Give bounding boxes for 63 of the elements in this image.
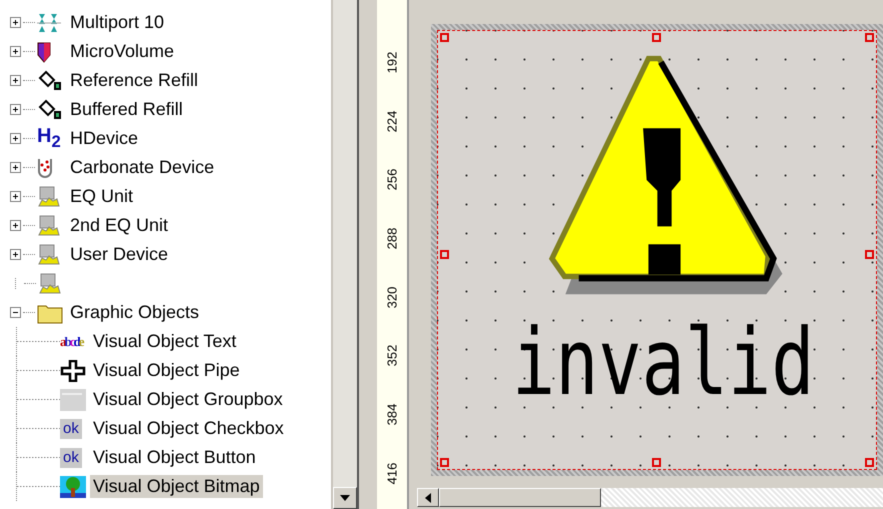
tree-item[interactable]: Visual Object Button: [90, 446, 259, 469]
ok-icon: ok: [60, 448, 82, 468]
horizontal-scrollbar[interactable]: [417, 488, 883, 507]
expander-icon[interactable]: [10, 220, 21, 231]
tree-picture-icon: [60, 476, 86, 498]
scroll-left-button[interactable]: [417, 488, 439, 507]
tree-item[interactable]: Buffered Refill: [67, 98, 186, 121]
expander-icon[interactable]: [10, 104, 21, 115]
scroll-thumb[interactable]: [439, 488, 601, 507]
ruler-label: 352: [384, 344, 400, 367]
expander-icon[interactable]: [10, 46, 21, 57]
resize-handle[interactable]: [440, 458, 449, 467]
scroll-down-button[interactable]: [333, 487, 358, 509]
ruler-label: 224: [384, 110, 400, 132]
down-caret-icon: [339, 494, 352, 502]
tree-item[interactable]: Visual Object Checkbox: [90, 417, 287, 440]
ruler-label: 288: [384, 228, 400, 250]
tree-item[interactable]: Visual Object Text: [90, 330, 240, 353]
tree-item[interactable]: Reference Refill: [67, 69, 202, 92]
ruler-label: 384: [384, 404, 400, 426]
expander-icon[interactable]: [10, 133, 21, 144]
bitmap-caption: invalid: [512, 313, 814, 413]
groupbox-icon: [60, 388, 86, 410]
expander-icon[interactable]: [10, 162, 21, 173]
ok-icon: ok: [60, 418, 82, 438]
letters-icon: abcde: [60, 330, 83, 352]
expander-icon[interactable]: [10, 191, 21, 202]
tree-item[interactable]: Visual Object Groupbox: [90, 388, 286, 411]
left-caret-icon: [424, 492, 432, 504]
tree-item[interactable]: 2nd EQ Unit: [67, 214, 172, 237]
u-tube-icon: [37, 156, 53, 178]
tree-item[interactable]: Visual Object Bitmap: [90, 475, 263, 498]
tree-item[interactable]: MicroVolume: [67, 40, 178, 63]
bucket-icon: [37, 98, 63, 120]
resize-handle[interactable]: [865, 458, 874, 467]
resize-handle[interactable]: [865, 250, 874, 259]
formula-icon: H$_{2}$: [37, 124, 61, 152]
resize-handle[interactable]: [865, 33, 874, 42]
ruler-label: 192: [384, 52, 400, 74]
bucket-icon: [37, 70, 63, 92]
tree-item[interactable]: HDevice: [67, 127, 142, 150]
valves-icon: [37, 12, 61, 34]
bitmap-object[interactable]: invalid: [431, 24, 883, 476]
shield-icon: [37, 40, 51, 62]
expander-icon[interactable]: [10, 17, 21, 28]
ruler-label: 256: [384, 168, 400, 191]
expander-icon[interactable]: [10, 249, 21, 260]
tree-item[interactable]: Carbonate Device: [67, 156, 218, 179]
tree-item[interactable]: User Device: [67, 243, 172, 266]
resize-handle[interactable]: [440, 33, 449, 42]
expander-icon[interactable]: [10, 307, 21, 318]
tree-item[interactable]: EQ Unit: [67, 185, 136, 208]
tree-item[interactable]: Graphic Objects: [67, 301, 202, 324]
vertical-scrollbar[interactable]: [331, 0, 360, 509]
ruler-label: 416: [384, 462, 400, 484]
ruler-label: 320: [384, 286, 400, 308]
resize-handle[interactable]: [652, 458, 661, 467]
cross-icon: [60, 360, 86, 382]
resize-handle[interactable]: [440, 250, 449, 259]
tree-item[interactable]: Multiport 10: [67, 11, 168, 34]
resize-handle[interactable]: [652, 33, 661, 42]
expander-icon[interactable]: [10, 75, 21, 86]
tree-item[interactable]: Visual Object Pipe: [90, 359, 243, 382]
